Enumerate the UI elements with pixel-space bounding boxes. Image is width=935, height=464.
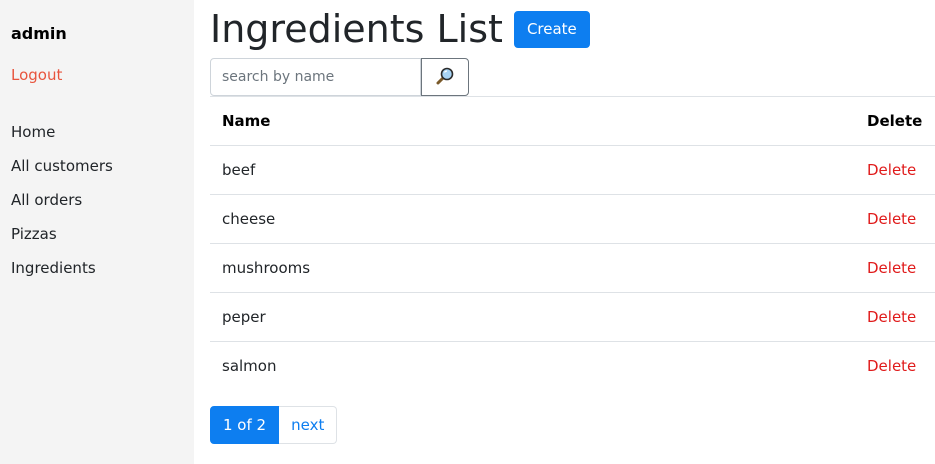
sidebar-nav: Home All customers All orders Pizzas Ing…	[11, 115, 113, 285]
ingredient-name: peper	[210, 292, 855, 342]
table-row: cheese Delete	[210, 194, 935, 244]
sidebar-item-pizzas[interactable]: Pizzas	[11, 217, 113, 251]
sidebar-item-customers[interactable]: All customers	[11, 149, 113, 183]
table-header-row: Name Delete	[210, 96, 935, 146]
title-row: Ingredients List Create	[210, 4, 590, 54]
search-input[interactable]	[210, 58, 421, 96]
column-header-name: Name	[210, 96, 855, 146]
table-row: peper Delete	[210, 292, 935, 342]
sidebar-item-orders[interactable]: All orders	[11, 183, 113, 217]
pagination-next-button[interactable]: next	[279, 406, 338, 444]
delete-link[interactable]: Delete	[867, 259, 916, 277]
column-header-delete: Delete	[855, 96, 935, 146]
sidebar-item-home[interactable]: Home	[11, 115, 113, 149]
create-button[interactable]: Create	[513, 10, 590, 48]
table-row: salmon Delete	[210, 341, 935, 391]
sidebar-username: admin	[11, 24, 67, 43]
delete-link[interactable]: Delete	[867, 161, 916, 179]
sidebar-item-ingredients[interactable]: Ingredients	[11, 251, 113, 285]
page-title: Ingredients List	[210, 7, 503, 51]
delete-link[interactable]: Delete	[867, 308, 916, 326]
ingredients-table: Name Delete beef Delete cheese Delete mu…	[210, 96, 935, 391]
app-root: admin Logout Home All customers All orde…	[0, 0, 935, 464]
table-row: mushrooms Delete	[210, 243, 935, 293]
ingredient-name: mushrooms	[210, 243, 855, 293]
delete-link[interactable]: Delete	[867, 357, 916, 375]
delete-link[interactable]: Delete	[867, 210, 916, 228]
search-button[interactable]	[421, 58, 469, 96]
table-row: beef Delete	[210, 145, 935, 195]
pagination: 1 of 2 next	[210, 406, 338, 444]
ingredient-name: beef	[210, 145, 855, 195]
ingredient-name: cheese	[210, 194, 855, 244]
ingredient-name: salmon	[210, 341, 855, 391]
logout-link[interactable]: Logout	[11, 66, 62, 84]
pagination-current: 1 of 2	[210, 406, 280, 444]
sidebar: admin Logout Home All customers All orde…	[0, 0, 194, 464]
search-bar	[210, 58, 469, 96]
magnifier-icon	[435, 66, 455, 89]
